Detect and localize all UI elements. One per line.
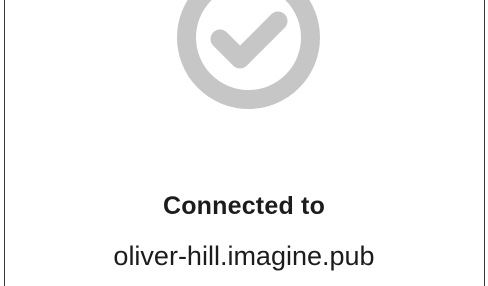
connection-status-panel: Connected to oliver-hill.imagine.pub (0, 0, 488, 286)
connected-host: oliver-hill.imagine.pub (113, 241, 375, 271)
connected-title: Connected to (162, 192, 326, 220)
check-circle-icon (177, 0, 320, 109)
